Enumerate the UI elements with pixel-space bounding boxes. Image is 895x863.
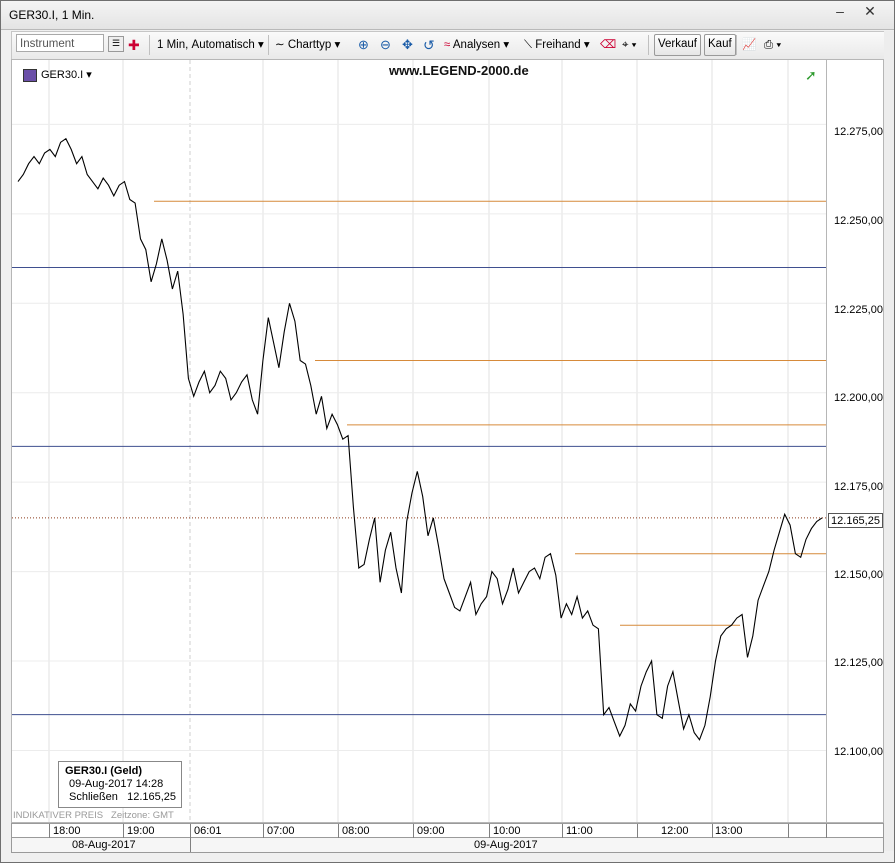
x-tick: 12:00 xyxy=(661,825,689,837)
time-axis[interactable]: 18:00 19:00 06:01 07:00 08:00 09:00 10:0… xyxy=(11,823,884,838)
x-tick: 10:00 xyxy=(493,825,521,837)
pan-icon[interactable]: ✥ xyxy=(402,36,413,54)
price-series-line xyxy=(17,137,823,741)
toolbar-separator xyxy=(736,35,737,55)
print-icon[interactable]: ⎙ ▾ xyxy=(764,36,781,54)
x-divider xyxy=(788,824,789,838)
date-label: 09-Aug-2017 xyxy=(474,839,538,851)
reset-icon[interactable]: ↺ xyxy=(423,36,435,54)
freihand-label: Freihand xyxy=(535,39,581,51)
x-divider xyxy=(123,824,124,838)
chart-toolbar: Instrument ☰ ✚ 1 Min, Automatisch ▾ ∼ Ch… xyxy=(11,31,886,60)
analysen-label: Analysen xyxy=(452,39,501,51)
x-tick: 06:01 xyxy=(194,825,222,837)
sell-button[interactable]: Verkauf xyxy=(654,34,701,56)
x-divider xyxy=(637,824,638,838)
zeitzone-label: Zeitzone: GMT xyxy=(111,810,174,821)
window-titlebar: GER30.I, 1 Min. – ✕ xyxy=(1,1,894,30)
indicative-price-note: INDIKATIVER PREIS Zeitzone: GMT xyxy=(13,810,174,821)
cfd-icon xyxy=(23,68,37,82)
chart-area[interactable] xyxy=(11,59,827,823)
x-tick: 07:00 xyxy=(267,825,295,837)
y-tick: 12.225,00 xyxy=(834,304,883,316)
minimize-icon[interactable]: – xyxy=(825,1,855,23)
x-divider xyxy=(338,824,339,838)
toolbar-separator xyxy=(648,35,649,55)
zoom-in-icon[interactable]: ⊕ xyxy=(358,36,369,54)
x-tick: 18:00 xyxy=(53,825,81,837)
chart-instrument-selector[interactable]: GER30.I ▾ xyxy=(23,68,92,82)
charttype-dropdown[interactable]: ∼ Charttyp ▾ xyxy=(275,36,340,54)
watermark-text: www.LEGEND-2000.de xyxy=(389,63,529,78)
date-label: 08-Aug-2017 xyxy=(72,839,136,851)
x-divider xyxy=(49,824,50,838)
analysen-dropdown[interactable]: ≈ Analysen ▾ xyxy=(444,36,509,54)
close-value: 12.165,25 xyxy=(127,791,177,803)
window-resize-edge xyxy=(884,31,894,851)
trend-up-icon: ➚ xyxy=(805,67,817,83)
infobox-close: Schließen 12.165,25 xyxy=(65,791,177,804)
y-tick: 12.150,00 xyxy=(834,569,883,581)
infobox-date: 09-Aug-2017 14:28 xyxy=(69,778,164,790)
interval-mode: Automatisch xyxy=(191,39,255,51)
y-tick: 12.275,00 xyxy=(834,126,883,138)
date-divider xyxy=(190,838,191,852)
x-tick: 19:00 xyxy=(127,825,155,837)
x-divider xyxy=(263,824,264,838)
x-tick: 09:00 xyxy=(417,825,445,837)
price-info-box: GER30.I (Geld) 09-Aug-2017 14:28 Schließ… xyxy=(58,761,182,808)
y-tick: 12.200,00 xyxy=(834,392,883,404)
price-axis[interactable]: 12.275,00 12.250,00 12.225,00 12.200,00 … xyxy=(827,59,884,823)
analysis-icon: ≈ xyxy=(444,39,451,51)
freihand-dropdown[interactable]: ⟍ Freihand ▾ xyxy=(524,36,590,54)
line-chart-icon: ∼ xyxy=(275,39,285,51)
y-tick: 12.100,00 xyxy=(834,746,883,758)
interval-label: 1 Min, xyxy=(157,39,189,51)
y-tick: 12.250,00 xyxy=(834,215,883,227)
toolbar-separator xyxy=(149,35,150,55)
x-divider xyxy=(826,824,827,838)
draw-line-icon: ⟍ xyxy=(524,39,533,51)
chart-window: GER30.I, 1 Min. – ✕ Instrument ☰ ✚ 1 Min… xyxy=(0,0,895,863)
chart-settings-icon[interactable]: 📈 xyxy=(742,36,756,54)
charttype-label: Charttyp xyxy=(287,39,332,51)
infobox-title: GER30.I (Geld) xyxy=(65,765,143,777)
x-divider xyxy=(190,824,191,838)
x-tick: 08:00 xyxy=(342,825,370,837)
indikativer-preis-label: INDIKATIVER PREIS xyxy=(13,810,104,821)
close-label: Schließen xyxy=(69,791,118,803)
eraser-icon[interactable]: ⌫ xyxy=(600,36,616,54)
x-tick: 11:00 xyxy=(566,825,593,837)
instrument-search-input[interactable]: Instrument xyxy=(16,34,104,52)
y-tick: 12.125,00 xyxy=(834,657,883,669)
interval-dropdown[interactable]: 1 Min, Automatisch ▾ xyxy=(157,36,264,54)
x-divider xyxy=(489,824,490,838)
toolbar-separator xyxy=(268,35,269,55)
y-tick: 12.175,00 xyxy=(834,481,883,493)
zoom-out-icon[interactable]: ⊖ xyxy=(380,36,391,54)
x-divider xyxy=(712,824,713,838)
instrument-list-icon[interactable]: ☰ xyxy=(108,36,124,52)
price-chart xyxy=(12,60,826,822)
date-axis: 08-Aug-2017 09-Aug-2017 xyxy=(11,838,884,853)
indicator-add-icon[interactable]: ✚ xyxy=(128,36,140,54)
x-tick: 13:00 xyxy=(715,825,743,837)
x-divider xyxy=(562,824,563,838)
x-divider xyxy=(413,824,414,838)
window-title: GER30.I, 1 Min. xyxy=(9,8,95,22)
current-price-badge: 12.165,25 xyxy=(828,513,883,528)
chart-instrument-label: GER30.I xyxy=(41,69,84,81)
crosshair-icon[interactable]: ⌖ ▾ xyxy=(622,36,637,54)
close-icon[interactable]: ✕ xyxy=(855,1,885,23)
buy-button[interactable]: Kauf xyxy=(704,34,736,56)
